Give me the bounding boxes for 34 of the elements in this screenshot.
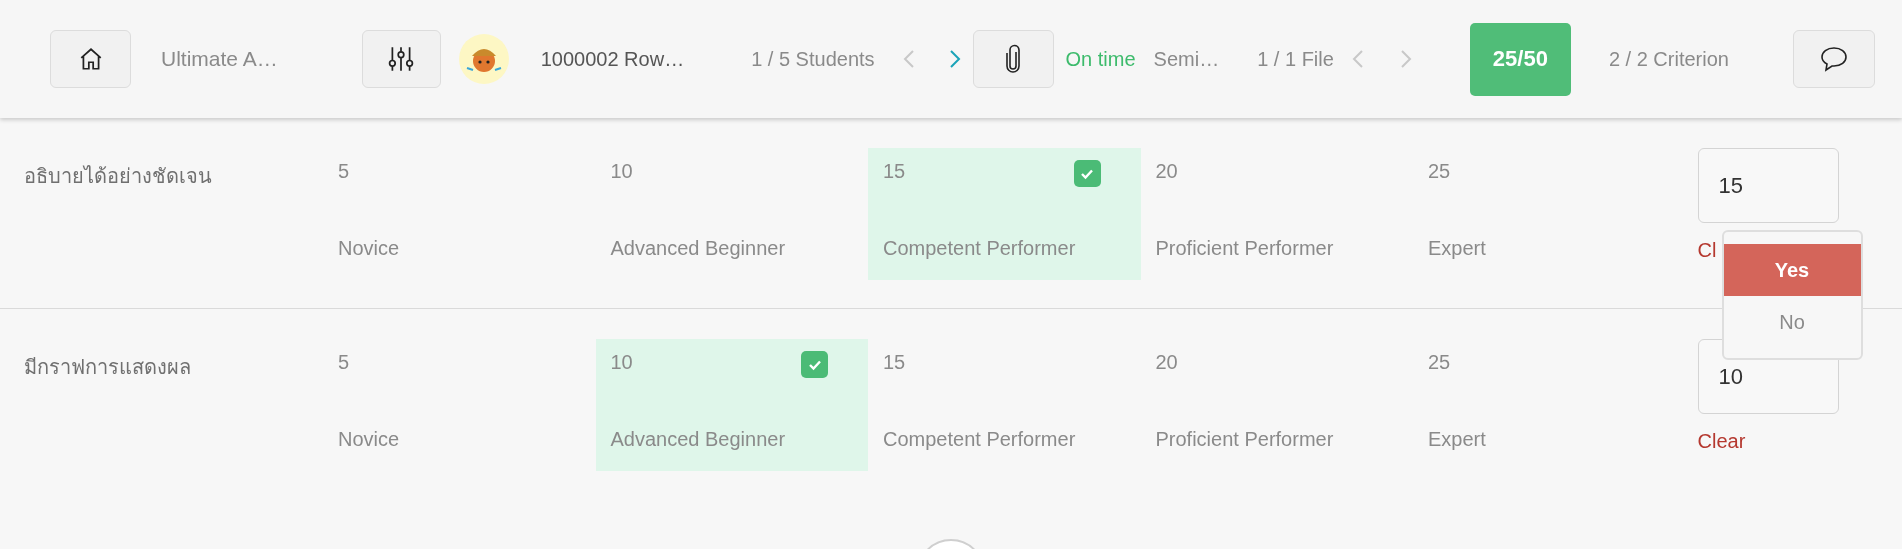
submission-status: On time xyxy=(1065,47,1136,71)
assignment-title: Ultimate A… xyxy=(161,47,278,71)
file-name: Semi… xyxy=(1153,47,1220,71)
attachment-button[interactable] xyxy=(972,30,1054,88)
rubric-level[interactable]: 15 Competent Performer xyxy=(868,148,1141,280)
home-button[interactable] xyxy=(50,30,131,88)
sliders-icon xyxy=(388,45,415,73)
rubric-level[interactable]: 25 Expert xyxy=(1413,339,1686,471)
rubric-level[interactable]: 20 Proficient Performer xyxy=(1140,339,1413,471)
filter-button[interactable] xyxy=(361,30,441,88)
criterion-title: มีกราฟการแสดงผล xyxy=(23,355,192,380)
rubric-level[interactable]: 25 Expert xyxy=(1413,148,1686,280)
file-counter: 1 / 1 File xyxy=(1257,47,1334,71)
student-name: 1000002 Row… xyxy=(540,47,685,71)
menu-option[interactable]: Yes xyxy=(1723,244,1861,296)
rubric-level[interactable]: 20 Proficient Performer xyxy=(1140,148,1413,280)
speech-bubble-icon xyxy=(1820,46,1848,72)
rubric-level[interactable]: 15 Competent Performer xyxy=(868,339,1141,471)
rubric-level[interactable]: 5 Novice xyxy=(323,339,596,471)
clear-link[interactable]: Clear xyxy=(1697,430,1746,453)
score-input[interactable]: 15 xyxy=(1697,148,1839,223)
criterion-title: อธิบายได้อย่างชัดเจน xyxy=(23,164,213,189)
criterion-counter: 2 / 2 Criterion xyxy=(1608,47,1729,71)
avatar-drawing xyxy=(458,34,509,84)
paperclip-icon xyxy=(1004,44,1023,74)
check-icon xyxy=(801,351,828,378)
check-icon xyxy=(1073,160,1101,187)
clear-link[interactable]: Cl xyxy=(1697,239,1717,262)
rubric-level[interactable]: 5 Novice xyxy=(323,148,596,280)
rubric-level[interactable]: 10 Advanced Beginner xyxy=(595,148,868,280)
student-counter: 1 / 5 Students xyxy=(751,47,875,71)
rubric-level[interactable]: 10 Advanced Beginner xyxy=(595,339,868,471)
score-badge: 25/50 xyxy=(1469,22,1571,96)
comment-button[interactable] xyxy=(1793,30,1875,88)
